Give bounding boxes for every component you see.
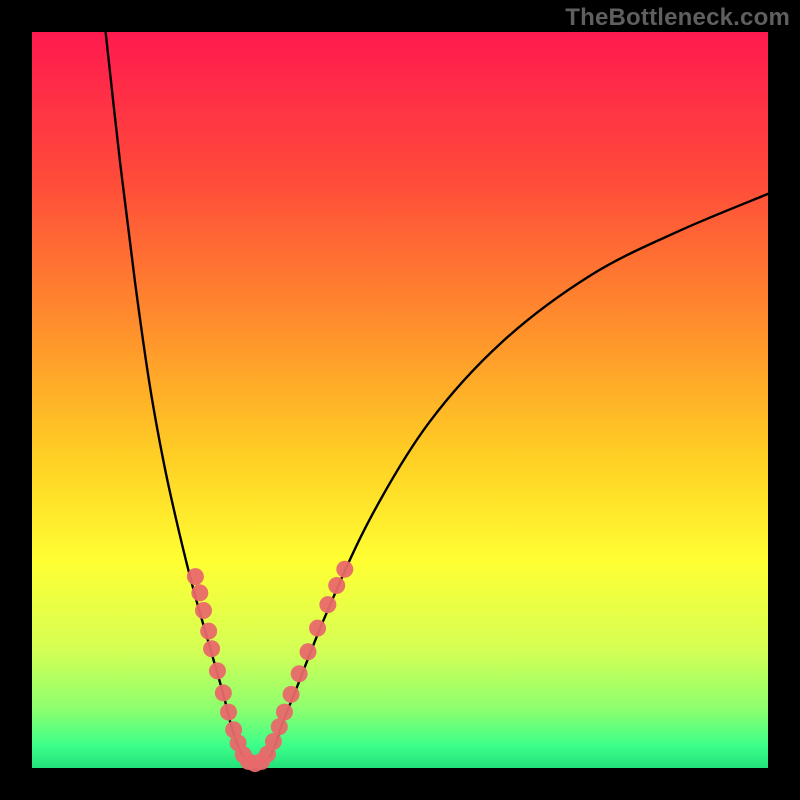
curve-marker — [291, 665, 308, 682]
curve-marker — [215, 684, 232, 701]
curve-marker — [203, 640, 220, 657]
curve-marker — [220, 704, 237, 721]
curve-marker — [265, 733, 282, 750]
curve-marker — [319, 596, 336, 613]
curve-marker — [195, 602, 212, 619]
curve-marker — [283, 686, 300, 703]
curve-marker — [309, 620, 326, 637]
curve-marker — [209, 662, 226, 679]
curve-marker — [187, 568, 204, 585]
curve-marker — [191, 584, 208, 601]
curve-marker — [328, 577, 345, 594]
curve-marker — [200, 623, 217, 640]
curve-marker — [336, 561, 353, 578]
curve-marker — [300, 643, 317, 660]
curve-marker — [276, 704, 293, 721]
bottleneck-chart — [0, 0, 800, 800]
watermark-text: TheBottleneck.com — [565, 4, 790, 32]
chart-frame: TheBottleneck.com — [0, 0, 800, 800]
curve-marker — [271, 718, 288, 735]
